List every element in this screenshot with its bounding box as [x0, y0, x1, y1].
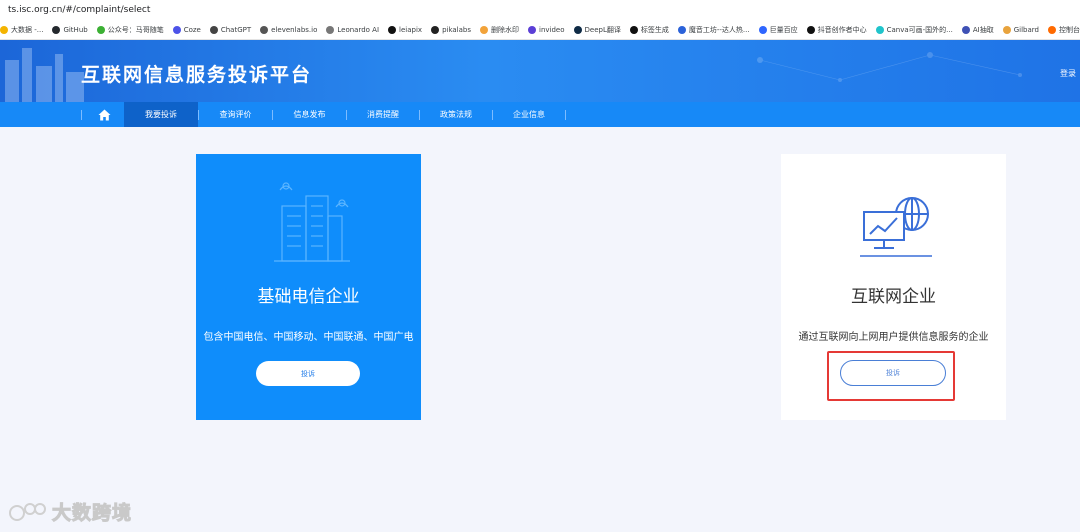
highlight-box: [827, 351, 955, 401]
bookmark-label: 控制台: [1058, 25, 1080, 34]
nav-separator: [81, 110, 82, 120]
bookmark-item[interactable]: 抖音创作者中心: [806, 25, 867, 35]
folder-icon: [0, 25, 8, 34]
internet-enterprise-card[interactable]: 互联网企业 通过互联网向上网用户提供信息服务的企业 投诉: [781, 154, 1006, 420]
telecom-card-title: 基础电信企业: [257, 287, 360, 307]
bookmark-label: 大数据 -...: [11, 25, 44, 34]
telecom-complaint-button[interactable]: 投诉: [256, 361, 360, 386]
bookmark-label: elevenlabs.io: [271, 25, 318, 34]
internet-card-description: 通过互联网向上网用户提供信息服务的企业: [798, 332, 989, 343]
nav-item-label: 企业信息: [513, 110, 545, 119]
nav-item-query[interactable]: 查询评价: [199, 102, 272, 127]
bookmark-label: 巨量百应: [769, 25, 798, 34]
bookmark-item[interactable]: 标签生成: [629, 25, 669, 35]
nav-item-complaint[interactable]: 我要投诉: [124, 102, 198, 127]
bookmark-label: GitHub: [63, 25, 88, 34]
address-bar[interactable]: ts.isc.org.cn/#/complaint/select: [0, 0, 1080, 20]
coze-icon: [172, 25, 181, 34]
nav-item-info[interactable]: 信息发布: [273, 102, 346, 127]
deepl-icon: [573, 25, 582, 34]
nav-item-label: 信息发布: [293, 110, 326, 119]
r-icon: [629, 25, 638, 34]
bookmark-label: Canva可画-国外的...: [886, 25, 953, 34]
nav-item-enterprise[interactable]: 企业信息: [493, 102, 565, 127]
login-link[interactable]: 登录: [1060, 68, 1076, 79]
bookmark-item[interactable]: 公众号：马哥随笔: [96, 25, 164, 35]
watermark-text: 大数跨境: [51, 502, 133, 525]
douyin-icon: [806, 25, 815, 34]
telecom-card-description: 包含中国电信、中国移动、中国联通、中国广电: [203, 332, 414, 343]
gilbard-icon: [1002, 25, 1011, 34]
telecom-enterprise-card[interactable]: 基础电信企业 包含中国电信、中国移动、中国联通、中国广电 投诉: [196, 154, 421, 420]
nav-item-policy[interactable]: 政策法规: [420, 102, 492, 127]
invideo-icon: [528, 25, 536, 34]
bookmark-item[interactable]: 魔音工坊--达人热...: [677, 25, 750, 35]
bookmark-item[interactable]: 控制台: [1047, 25, 1080, 35]
bookmark-item[interactable]: DeepL翻译: [573, 25, 621, 35]
nav-item-consumer[interactable]: 消费提醒: [347, 102, 419, 127]
nav-home[interactable]: [84, 102, 124, 127]
site-header: 互联网信息服务投诉平台 登录: [0, 40, 1080, 102]
bookmark-item[interactable]: invideo: [528, 25, 565, 34]
leiapix-icon: [388, 25, 397, 34]
bookmark-label: ChatGPT: [220, 25, 252, 34]
bookmark-item[interactable]: 巨量百应: [758, 25, 798, 35]
nav-item-label: 我要投诉: [145, 110, 177, 119]
watermark-logo-icon: [9, 502, 46, 521]
bookmark-item[interactable]: ChatGPT: [209, 25, 252, 34]
bookmark-label: 标签生成: [640, 25, 669, 34]
nav-item-label: 消费提醒: [367, 110, 399, 119]
bookmark-label: 删除水印: [491, 25, 519, 34]
watermark-remove-icon: [480, 25, 488, 34]
bookmark-label: pikalabs: [442, 25, 471, 34]
juliang-icon: [758, 25, 767, 34]
bookmark-label: 抖音创作者中心: [817, 25, 867, 34]
nav-item-label: 查询评价: [219, 110, 252, 119]
url-text[interactable]: ts.isc.org.cn/#/complaint/select: [8, 5, 150, 15]
pikalabs-icon: [431, 25, 440, 34]
leonardo-icon: [326, 25, 335, 34]
bookmark-label: AI抽取: [972, 25, 994, 34]
bookmark-item[interactable]: 删除水印: [480, 25, 519, 35]
bookmark-item[interactable]: GitHub: [52, 25, 88, 34]
home-icon: [98, 109, 110, 120]
wechat-icon: [96, 25, 105, 34]
watermark: 大数跨境: [8, 498, 132, 525]
bookmark-label: 公众号：马哥随笔: [107, 25, 164, 34]
buildings-icon: [274, 182, 350, 262]
elevenlabs-icon: [260, 25, 269, 34]
bookmark-item[interactable]: Canva可画-国外的...: [875, 25, 953, 35]
main-nav: 我要投诉 查询评价 信息发布 消费提醒 政策法规 企业信息: [0, 102, 1080, 127]
bookmark-label: 魔音工坊--达人热...: [688, 25, 750, 34]
moyin-icon: [677, 25, 686, 34]
ai-extract-icon: [961, 25, 970, 34]
canva-icon: [875, 25, 884, 34]
bookmark-item[interactable]: AI抽取: [961, 25, 994, 35]
bookmark-item[interactable]: Coze: [172, 25, 201, 34]
bookmark-label: Gilbard: [1013, 25, 1039, 34]
console-icon: [1047, 25, 1056, 34]
bookmark-label: invideo: [539, 25, 565, 34]
nav-separator: [565, 110, 566, 120]
bookmark-label: leiapix: [399, 25, 423, 34]
bookmark-item[interactable]: leiapix: [388, 25, 423, 34]
bookmark-label: DeepL翻译: [584, 25, 621, 34]
bookmark-item[interactable]: elevenlabs.io: [260, 25, 318, 34]
internet-card-title: 互联网企业: [851, 287, 936, 307]
bookmark-label: Leonardo AI: [337, 25, 380, 34]
nav-item-label: 政策法规: [440, 110, 472, 119]
bookmark-item[interactable]: pikalabs: [431, 25, 471, 34]
bookmark-item[interactable]: 大数据 -...: [0, 25, 43, 35]
github-icon: [52, 25, 61, 34]
bookmark-label: Coze: [183, 25, 201, 34]
monitor-globe-icon: [860, 197, 932, 257]
network-decoration: [757, 52, 1022, 82]
bookmark-item[interactable]: Gilbard: [1002, 25, 1039, 34]
bookmark-item[interactable]: Leonardo AI: [326, 25, 380, 34]
chatgpt-icon: [209, 25, 218, 34]
page-title: 互联网信息服务投诉平台: [81, 64, 313, 86]
bookmarks-bar: 大数据 -... GitHub 公众号：马哥随笔 Coze ChatGPT elevenl…: [0, 20, 1080, 40]
